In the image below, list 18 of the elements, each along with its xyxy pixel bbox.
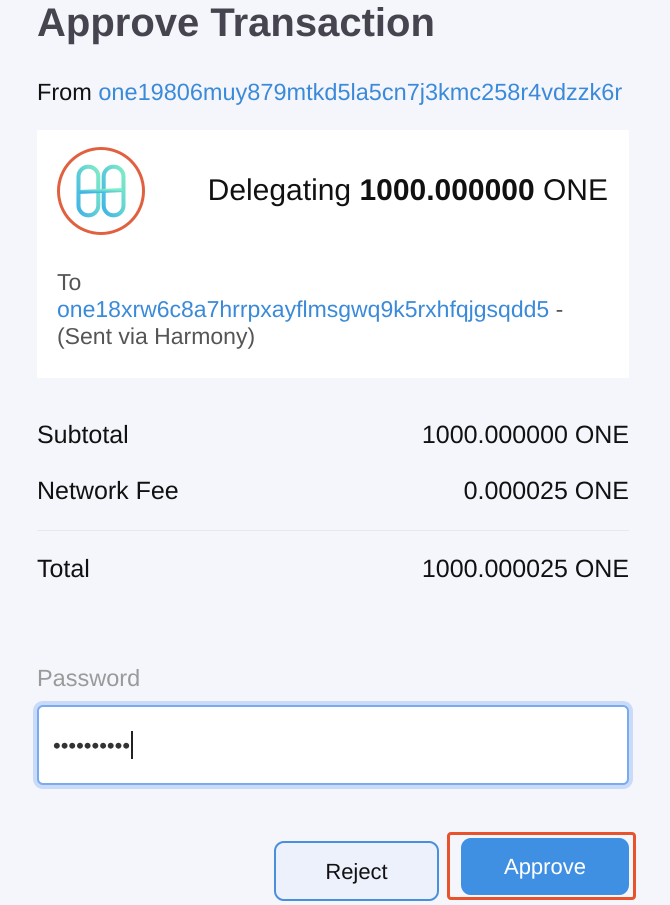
approve-button[interactable]: Approve: [461, 838, 629, 895]
to-label: To: [57, 269, 82, 296]
from-text: From one19806muy879mtkd5la5cn7j3kmc258r4vdzzk6r: [37, 78, 624, 106]
recipient-text: one18xrw6c8a7hrrpxayflmsgwq9k5rxhfqjgsqdd5 - (Sent via Harmony): [57, 296, 564, 350]
recipient-address-link[interactable]: one18xrw6c8a7hrrpxayflmsgwq9k5rxhfqjgsqdd5: [57, 296, 550, 322]
reject-button[interactable]: Reject: [274, 841, 439, 901]
sender-address-link[interactable]: one19806muy879mtkd5la5cn7j3kmc258r4vdzzk6r: [98, 79, 622, 105]
amount-label: Subtotal: [37, 420, 129, 452]
logo-icon: [74, 164, 128, 218]
amount-value: 1000.000000 ONE: [422, 420, 629, 452]
page-title: Approve Transaction: [37, 0, 436, 45]
text-cursor-icon: [131, 731, 133, 759]
password-label: Password: [37, 664, 142, 692]
amount-label: Total: [37, 554, 90, 586]
amount-value: 1000.000025 ONE: [422, 554, 629, 586]
delegation-headline: Delegating 1000.000000 ONE: [208, 174, 608, 208]
amount-label: Network Fee: [37, 476, 179, 508]
amount-value: 0.000025 ONE: [464, 476, 629, 508]
